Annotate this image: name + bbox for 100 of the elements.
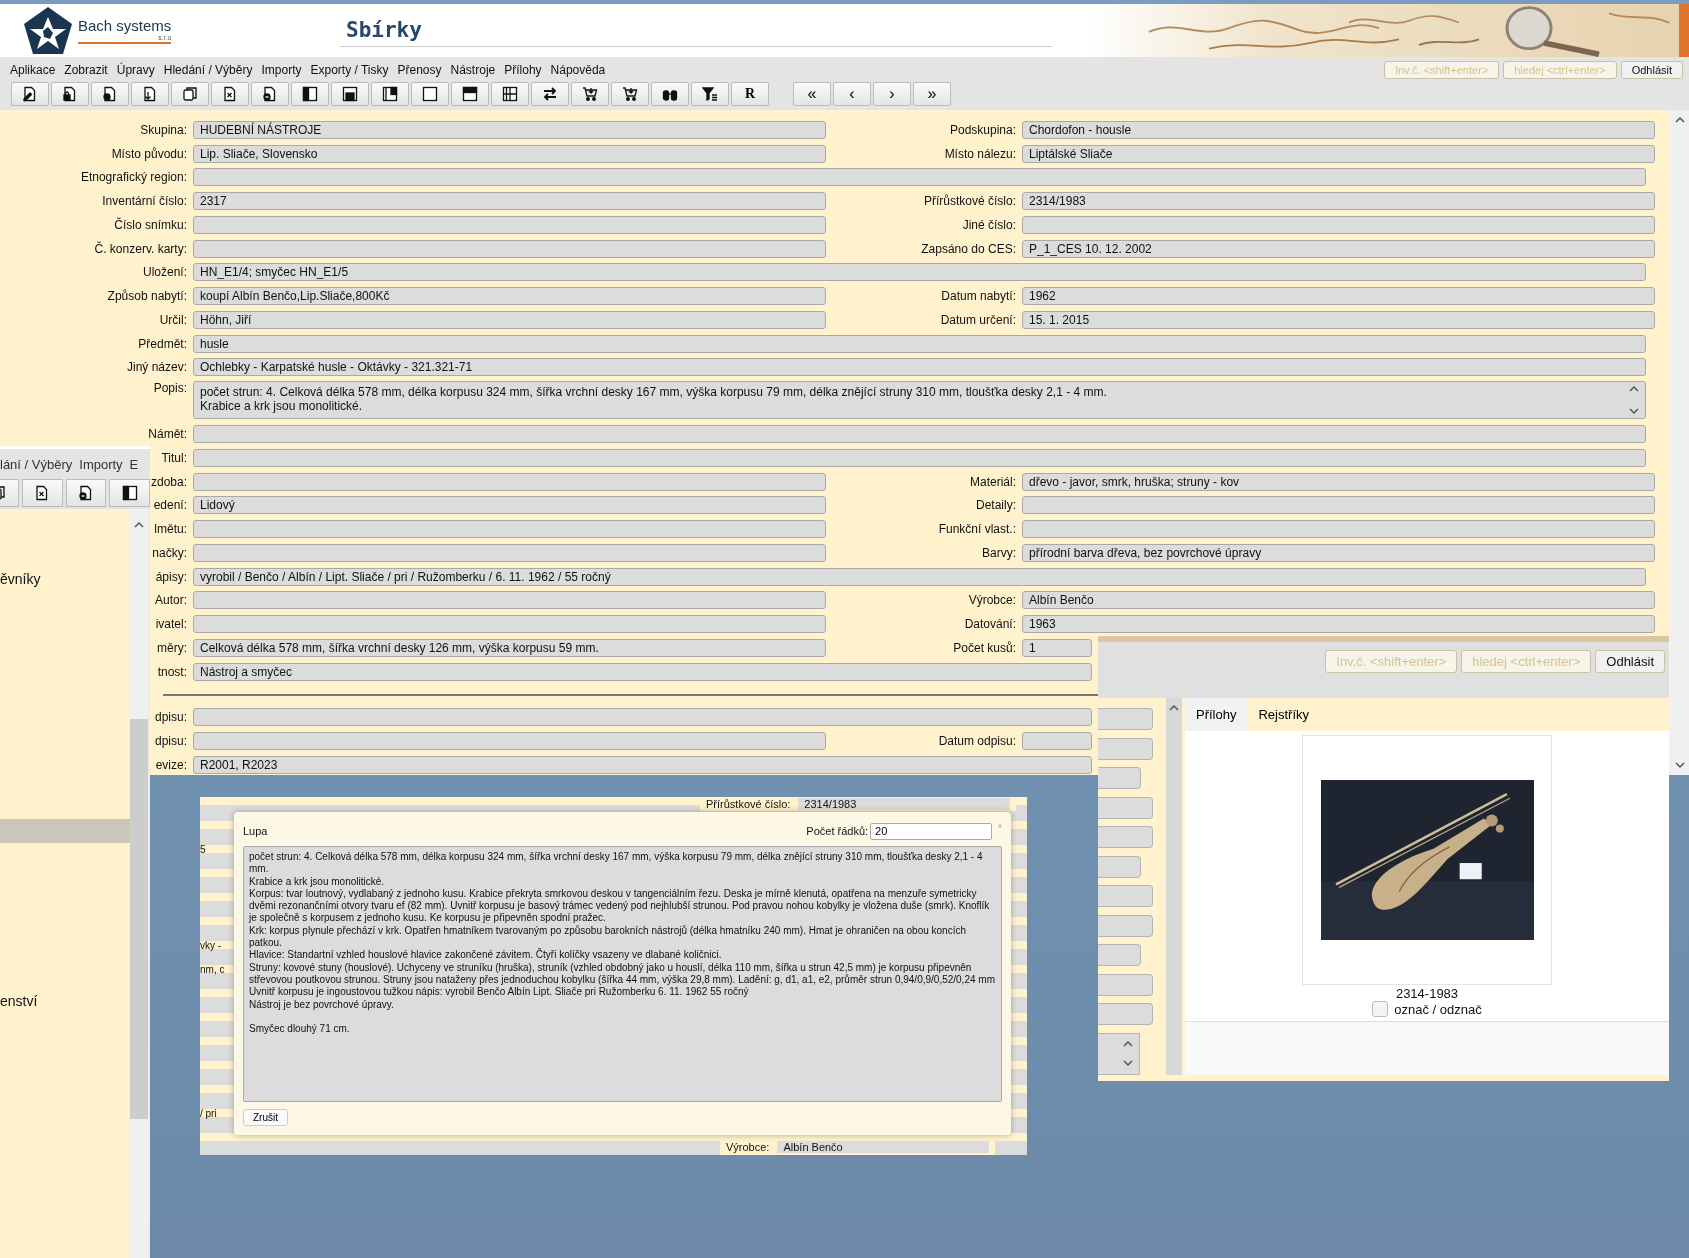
- toolbar-button[interactable]: [691, 82, 729, 106]
- toolbar-button[interactable]: [11, 82, 49, 106]
- toolbar-button[interactable]: [571, 82, 609, 106]
- toolbar-button[interactable]: [331, 82, 369, 106]
- menu-item[interactable]: Importy: [261, 62, 302, 77]
- menu-item[interactable]: Přílohy: [504, 62, 542, 77]
- checkbox-label[interactable]: označ / odznač: [1394, 1001, 1482, 1017]
- input-field[interactable]: přírodní barva dřeva, bez povrchové úpravy: [1022, 543, 1655, 562]
- logout-button[interactable]: Odhlásit: [1620, 60, 1683, 79]
- nav-button[interactable]: ‹: [833, 82, 871, 106]
- toolbar-button[interactable]: [251, 82, 289, 106]
- scroll-up-icon[interactable]: [1674, 116, 1685, 123]
- menu-item[interactable]: Zobrazit: [64, 62, 108, 77]
- input-field[interactable]: [1098, 737, 1153, 760]
- input-field[interactable]: 15. 1. 2015: [1022, 310, 1655, 329]
- toolbar-button[interactable]: [171, 82, 209, 106]
- input-field[interactable]: [1098, 914, 1153, 937]
- input-field[interactable]: [1022, 496, 1655, 515]
- nav-button[interactable]: «: [793, 82, 831, 106]
- input-field[interactable]: [193, 448, 1646, 467]
- input-field[interactable]: Ochlebky - Karpatské husle - Oktávky - 321.321-71: [193, 358, 1646, 377]
- input-field[interactable]: Celková délka 578 mm, šířka vrchní desky 126 mm, výška korpusu 59 mm.: [193, 638, 826, 657]
- toolbar-button[interactable]: [411, 82, 449, 106]
- menu-item[interactable]: Úpravy: [116, 62, 155, 77]
- scroll-up-icon[interactable]: [134, 521, 144, 528]
- toolbar-button[interactable]: [651, 82, 689, 106]
- menu-item[interactable]: lání / Výběry: [0, 456, 73, 472]
- menu-item[interactable]: Přenosy: [397, 62, 442, 77]
- input-field[interactable]: [1098, 885, 1153, 908]
- list-item[interactable]: ěvníky: [0, 571, 41, 587]
- scrollbar[interactable]: [1166, 698, 1182, 1075]
- toolbar-button[interactable]: R: [731, 82, 769, 106]
- scroll-down-icon[interactable]: [1123, 1060, 1133, 1068]
- input-field[interactable]: Nástroj a smyčec: [193, 662, 1092, 681]
- attachment-card[interactable]: [1302, 735, 1552, 985]
- input-field[interactable]: [1098, 944, 1141, 967]
- input-field[interactable]: [1022, 732, 1092, 751]
- input-field[interactable]: [193, 543, 826, 562]
- scroll-up-icon[interactable]: [1123, 1040, 1133, 1048]
- toolbar-button[interactable]: [451, 82, 489, 106]
- menu-item[interactable]: Importy: [79, 456, 123, 472]
- toolbar-button[interactable]: [131, 82, 169, 106]
- tab[interactable]: Rejstříky: [1247, 698, 1321, 731]
- input-field[interactable]: 1963: [1022, 615, 1655, 634]
- scroll-up-icon[interactable]: [1629, 385, 1639, 393]
- menu-item[interactable]: Nápověda: [550, 62, 606, 77]
- nav-button[interactable]: »: [913, 82, 951, 106]
- input-field[interactable]: 1: [1022, 638, 1092, 657]
- toolbar-button[interactable]: [51, 82, 89, 106]
- menu-item[interactable]: Exporty / Tisky: [310, 62, 389, 77]
- input-field[interactable]: [1098, 855, 1141, 878]
- input-field[interactable]: [193, 472, 826, 491]
- scrollbar[interactable]: [1670, 110, 1689, 775]
- toolbar-button[interactable]: [109, 479, 150, 507]
- toolbar-button[interactable]: [611, 82, 649, 106]
- tab[interactable]: Přílohy: [1185, 698, 1248, 731]
- rows-input[interactable]: 20: [870, 822, 993, 840]
- toolbar-button[interactable]: [211, 82, 249, 106]
- input-field[interactable]: [193, 425, 1646, 444]
- toolbar-button[interactable]: [371, 82, 409, 106]
- scroll-up-icon[interactable]: [1169, 704, 1179, 711]
- text-area[interactable]: počet strun: 4. Celková délka 578 mm, délka korpusu 324 mm, šířka vrchní desky 167 mm, výška korpusu 79 mm, délka znějící struny 310 mm, tloušťka desky 2,1 - 4 mm. Krabice a krk jsou monolitické.: [193, 381, 1646, 420]
- input-field[interactable]: [1098, 767, 1141, 790]
- menu-item[interactable]: Nástroje: [450, 62, 496, 77]
- input-field[interactable]: koupí Albín Benčo,Lip.Sliače,800Kč: [193, 287, 826, 306]
- toolbar-button[interactable]: [21, 479, 63, 507]
- input-field[interactable]: [193, 591, 826, 610]
- input-field[interactable]: Liptálské Sliače: [1022, 144, 1655, 163]
- menu-item[interactable]: E: [129, 456, 139, 472]
- input-field[interactable]: HN_E1/4; smyčec HN_E1/5: [193, 263, 1646, 282]
- text-area[interactable]: [243, 846, 1002, 1102]
- logout-button[interactable]: Odhlásit: [1595, 650, 1665, 673]
- input-field[interactable]: [193, 615, 826, 634]
- input-field[interactable]: [193, 708, 1092, 727]
- input-field[interactable]: HUDEBNÍ NÁSTROJE: [193, 120, 826, 139]
- input-field[interactable]: [1098, 796, 1153, 819]
- input-field[interactable]: [193, 215, 826, 234]
- input-field[interactable]: [193, 732, 826, 751]
- input-field[interactable]: Albín Benčo: [1022, 591, 1655, 610]
- input-field[interactable]: [193, 520, 826, 539]
- input-field[interactable]: 1962: [1022, 287, 1655, 306]
- input-field[interactable]: [1022, 215, 1655, 234]
- input-field[interactable]: Höhn, Jiří: [193, 310, 826, 329]
- cancel-button[interactable]: Zrušit: [243, 1109, 288, 1126]
- input-field[interactable]: [1098, 1003, 1153, 1026]
- input-field[interactable]: 2317: [193, 192, 826, 211]
- input-field[interactable]: Lidový: [193, 496, 826, 515]
- scroll-thumb[interactable]: [130, 719, 148, 1119]
- menu-item[interactable]: Aplikace: [10, 62, 56, 77]
- input-field[interactable]: 2314/1983: [1022, 192, 1655, 211]
- list-item[interactable]: enství: [0, 993, 38, 1009]
- input-field[interactable]: dřevo - javor, smrk, hruška; struny - kov: [1022, 472, 1655, 491]
- input-field[interactable]: P_1_CES 10. 12. 2002: [1022, 239, 1655, 258]
- input-field[interactable]: husle: [193, 334, 1646, 353]
- input-field[interactable]: [1098, 708, 1153, 731]
- input-field[interactable]: R2001, R2023: [193, 755, 1092, 774]
- toolbar-button[interactable]: [65, 479, 107, 507]
- input-field[interactable]: vyrobil / Benčo / Albín / Lipt. Sliače / pri / Ružomberku / 6. 11. 1962 / 55 ročný: [193, 567, 1646, 586]
- input-field[interactable]: Chordofon - housle: [1022, 120, 1655, 139]
- toolbar-button[interactable]: [491, 82, 529, 106]
